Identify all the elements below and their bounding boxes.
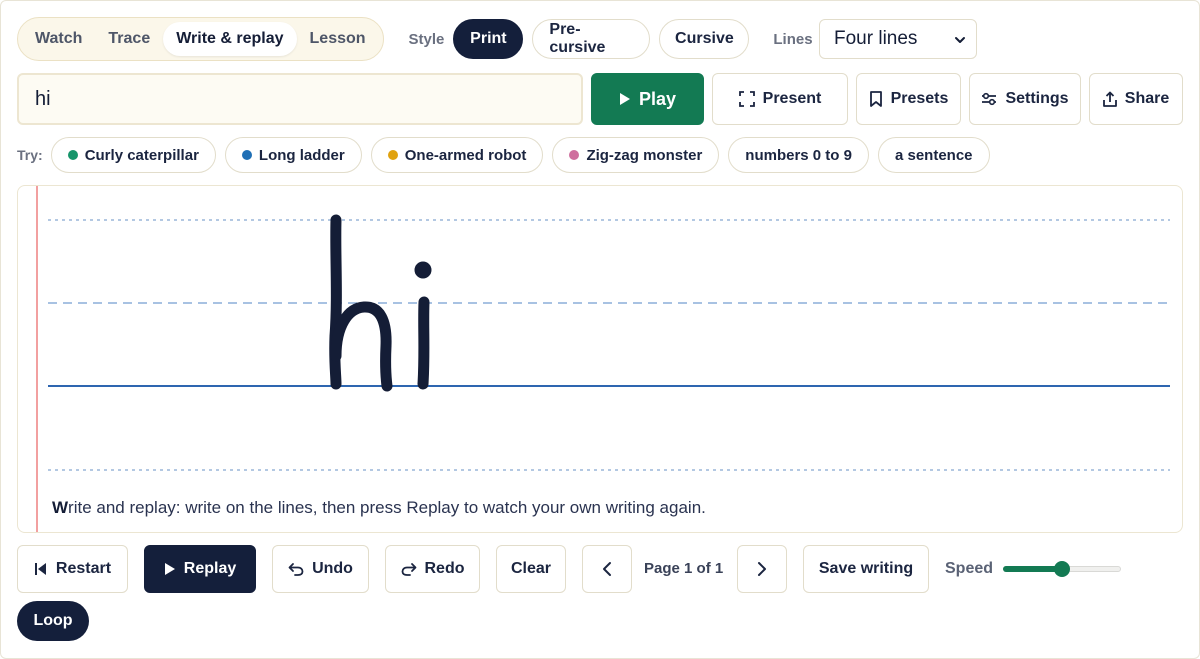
play-icon	[164, 563, 175, 575]
text-input[interactable]: hi	[17, 73, 583, 125]
chip-label: a sentence	[894, 146, 973, 164]
chip-label: Zig-zag monster	[586, 146, 703, 164]
loop-toggle[interactable]: Loop	[17, 601, 89, 641]
chip-label: Curly caterpillar	[84, 146, 199, 164]
presets-button[interactable]: Presets	[856, 73, 961, 125]
try-chip-long-ladder[interactable]: Long ladder	[224, 137, 362, 173]
tab-watch[interactable]: Watch	[22, 22, 95, 56]
top-toolbar: Watch Trace Write & replay Lesson Style …	[17, 17, 813, 61]
lines-select[interactable]: Four lines	[819, 19, 977, 59]
prev-page-button[interactable]	[582, 545, 632, 593]
style-cursive-button[interactable]: Cursive	[659, 19, 750, 59]
undo-label: Undo	[312, 560, 353, 577]
try-chip-one-armed-robot[interactable]: One-armed robot	[370, 137, 544, 173]
tab-trace[interactable]: Trace	[95, 22, 163, 56]
chevron-right-icon	[758, 562, 766, 576]
save-label: Save writing	[818, 560, 914, 577]
share-label: Share	[1124, 90, 1170, 107]
play-button[interactable]: Play	[591, 73, 704, 125]
tab-lesson[interactable]: Lesson	[297, 22, 379, 56]
mode-tabs: Watch Trace Write & replay Lesson	[17, 17, 384, 61]
clear-button[interactable]: Clear	[496, 545, 566, 593]
style-print-button[interactable]: Print	[453, 19, 524, 59]
clear-label: Clear	[510, 560, 552, 577]
style-label: Style	[408, 30, 445, 48]
redo-icon	[401, 563, 416, 576]
text-input-value: hi	[35, 87, 51, 110]
guide-lines	[36, 186, 1170, 532]
chip-label: Long ladder	[258, 146, 345, 164]
present-label: Present	[762, 90, 822, 107]
hint-lead: W	[52, 498, 69, 517]
style-pre-cursive-button[interactable]: Pre-cursive	[532, 19, 651, 59]
chip-dot-icon	[67, 150, 78, 160]
lines-select-value: Four lines	[834, 28, 918, 49]
try-chip-curly-caterpillar[interactable]: Curly caterpillar	[50, 137, 216, 173]
hint-text: rite and replay: write on the lines, the…	[68, 498, 706, 517]
chip-dot-icon	[387, 150, 398, 160]
save-writing-button[interactable]: Save writing	[803, 545, 929, 593]
replay-button[interactable]: Replay	[144, 545, 256, 593]
skip-back-icon	[34, 563, 46, 575]
settings-label: Settings	[1005, 90, 1069, 107]
share-button[interactable]: Share	[1089, 73, 1183, 125]
undo-icon	[288, 563, 304, 576]
writing-canvas[interactable]: Write and replay: write on the lines, th…	[17, 185, 1183, 533]
restart-label: Restart	[55, 560, 112, 577]
chevron-down-icon	[954, 30, 966, 53]
speed-label: Speed	[945, 560, 994, 577]
share-icon	[1102, 91, 1117, 107]
page-indicator: Page 1 of 1	[644, 560, 724, 577]
try-chip-numbers[interactable]: numbers 0 to 9	[728, 137, 869, 173]
try-label: Try:	[17, 147, 43, 163]
replay-label: Replay	[183, 560, 237, 577]
chip-label: numbers 0 to 9	[745, 146, 852, 164]
undo-button[interactable]: Undo	[272, 545, 369, 593]
play-icon	[619, 93, 630, 105]
lines-label: Lines	[773, 30, 813, 48]
fullscreen-icon	[738, 91, 755, 107]
try-chip-sentence[interactable]: a sentence	[877, 137, 990, 173]
chip-label: One-armed robot	[404, 146, 527, 164]
settings-button[interactable]: Settings	[969, 73, 1081, 125]
present-button[interactable]: Present	[712, 73, 848, 125]
try-chip-zig-zag-monster[interactable]: Zig-zag monster	[552, 137, 720, 173]
play-label: Play	[638, 88, 677, 109]
chip-dot-icon	[241, 150, 252, 160]
canvas-hint: Write and replay: write on the lines, th…	[52, 498, 706, 518]
chevron-left-icon	[603, 562, 611, 576]
sliders-icon	[982, 92, 997, 106]
slider-knob[interactable]	[1054, 561, 1070, 577]
redo-label: Redo	[424, 560, 465, 577]
restart-button[interactable]: Restart	[17, 545, 128, 593]
tab-write-replay[interactable]: Write & replay	[163, 22, 297, 56]
next-page-button[interactable]	[737, 545, 787, 593]
redo-button[interactable]: Redo	[385, 545, 480, 593]
bookmark-icon	[869, 91, 882, 107]
chip-dot-icon	[569, 150, 580, 160]
speed-slider[interactable]	[1003, 561, 1121, 577]
try-presets-row: Try: Curly caterpillar Long ladder One-a…	[17, 137, 999, 173]
presets-label: Presets	[890, 90, 949, 107]
